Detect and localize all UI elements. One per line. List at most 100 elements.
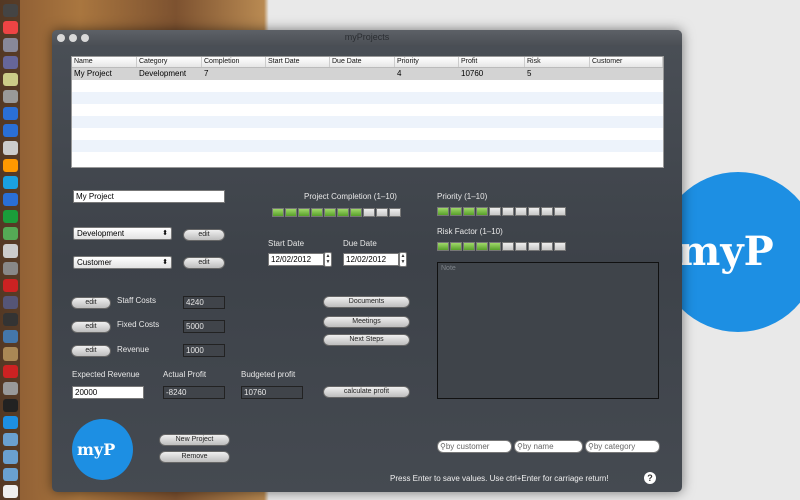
col-name[interactable]: Name	[72, 57, 137, 67]
app3-icon[interactable]	[2, 313, 18, 327]
expected-revenue-input[interactable]: 20000	[72, 386, 144, 399]
trash-icon[interactable]	[2, 484, 18, 498]
dock	[0, 0, 20, 500]
level-segment[interactable]	[337, 208, 349, 217]
level-segment[interactable]	[528, 242, 540, 251]
col-due-date[interactable]: Due Date	[330, 57, 395, 67]
search-by-name-input[interactable]: ⚲by name	[514, 440, 583, 453]
level-segment[interactable]	[489, 242, 501, 251]
level-segment[interactable]	[376, 208, 388, 217]
level-segment[interactable]	[489, 207, 501, 216]
level-segment[interactable]	[554, 207, 566, 216]
myp-dock-icon[interactable]	[2, 416, 18, 430]
level-segment[interactable]	[554, 242, 566, 251]
folder-icon[interactable]	[2, 330, 18, 344]
folder2-icon[interactable]	[2, 433, 18, 447]
level-segment[interactable]	[324, 208, 336, 217]
app5-icon[interactable]	[2, 381, 18, 395]
filezilla-icon[interactable]	[2, 278, 18, 292]
level-segment[interactable]	[437, 207, 449, 216]
documents-button[interactable]: Documents	[323, 296, 410, 308]
new-project-button[interactable]: New Project	[159, 434, 230, 446]
level-segment[interactable]	[450, 242, 462, 251]
customer-select[interactable]: Customer ⬍	[73, 256, 172, 269]
col-completion[interactable]: Completion	[202, 57, 266, 67]
settings-icon[interactable]	[2, 244, 18, 258]
app4-icon[interactable]	[2, 347, 18, 361]
level-segment[interactable]	[350, 208, 362, 217]
risk-level-bar[interactable]	[437, 242, 566, 251]
word-icon[interactable]	[2, 192, 18, 207]
search-by-category-input[interactable]: ⚲by category	[585, 440, 660, 453]
table-row[interactable]: My Project Development 7 4 10760 5	[72, 68, 663, 80]
edit-category-button[interactable]: edit	[183, 229, 225, 241]
col-priority[interactable]: Priority	[395, 57, 459, 67]
utility-icon[interactable]	[2, 261, 18, 275]
level-segment[interactable]	[450, 207, 462, 216]
level-segment[interactable]	[541, 207, 553, 216]
folder4-icon[interactable]	[2, 467, 18, 481]
level-segment[interactable]	[389, 208, 401, 217]
project-name-input[interactable]: My Project	[73, 190, 225, 203]
project-table[interactable]: Name Category Completion Start Date Due …	[71, 56, 664, 168]
staff-costs-field: 4240	[183, 296, 225, 309]
preview-icon[interactable]	[2, 89, 18, 104]
calendar-icon[interactable]	[2, 21, 18, 35]
start-date-input[interactable]: 12/02/2012	[268, 253, 324, 266]
pdf-icon[interactable]	[2, 364, 18, 378]
level-segment[interactable]	[437, 242, 449, 251]
level-segment[interactable]	[311, 208, 323, 217]
level-segment[interactable]	[476, 207, 488, 216]
col-risk[interactable]: Risk	[525, 57, 590, 67]
skype-icon[interactable]	[2, 175, 18, 189]
level-segment[interactable]	[476, 242, 488, 251]
illustrator-icon[interactable]	[2, 158, 18, 172]
appstore-icon[interactable]	[2, 124, 18, 138]
evernote-icon[interactable]	[2, 227, 18, 241]
due-date-stepper[interactable]: ▲ ▼	[399, 252, 407, 267]
level-segment[interactable]	[298, 208, 310, 217]
notes-textarea[interactable]: Note	[437, 262, 659, 399]
level-segment[interactable]	[502, 242, 514, 251]
level-segment[interactable]	[502, 207, 514, 216]
remove-button[interactable]: Remove	[159, 451, 230, 463]
level-segment[interactable]	[463, 242, 475, 251]
calculate-profit-button[interactable]: calculate profit	[323, 386, 410, 398]
completion-level-bar[interactable]	[272, 208, 401, 217]
col-customer[interactable]: Customer	[590, 57, 663, 67]
level-segment[interactable]	[463, 207, 475, 216]
finder-icon[interactable]	[2, 4, 18, 18]
col-category[interactable]: Category	[137, 57, 202, 67]
meetings-button[interactable]: Meetings	[323, 316, 410, 328]
start-date-stepper[interactable]: ▲ ▼	[324, 252, 332, 267]
search-by-customer-input[interactable]: ⚲by customer	[437, 440, 512, 453]
itunes-icon[interactable]	[2, 107, 18, 121]
excel-icon[interactable]	[2, 210, 18, 224]
titlebar[interactable]: myProjects	[52, 30, 682, 46]
app2-icon[interactable]	[2, 295, 18, 310]
level-segment[interactable]	[515, 242, 527, 251]
textedit-icon[interactable]	[2, 141, 18, 155]
help-button[interactable]: ?	[644, 472, 656, 484]
level-segment[interactable]	[515, 207, 527, 216]
folder3-icon[interactable]	[2, 450, 18, 464]
level-segment[interactable]	[528, 207, 540, 216]
tools-icon[interactable]	[2, 72, 18, 86]
level-segment[interactable]	[541, 242, 553, 251]
edit-staff-costs-button[interactable]: edit	[71, 297, 111, 309]
next-steps-button[interactable]: Next Steps	[323, 334, 410, 346]
category-select[interactable]: Development ⬍	[73, 227, 172, 240]
level-segment[interactable]	[363, 208, 375, 217]
col-start-date[interactable]: Start Date	[266, 57, 330, 67]
due-date-input[interactable]: 12/02/2012	[343, 253, 399, 266]
priority-level-bar[interactable]	[437, 207, 566, 216]
level-segment[interactable]	[272, 208, 284, 217]
edit-fixed-costs-button[interactable]: edit	[71, 321, 111, 333]
terminal-icon[interactable]	[2, 398, 18, 413]
app-icon[interactable]	[2, 55, 18, 69]
edit-revenue-button[interactable]: edit	[71, 345, 111, 357]
edit-customer-button[interactable]: edit	[183, 257, 225, 269]
level-segment[interactable]	[285, 208, 297, 217]
photo-icon[interactable]	[2, 38, 18, 52]
col-profit[interactable]: Profit	[459, 57, 525, 67]
